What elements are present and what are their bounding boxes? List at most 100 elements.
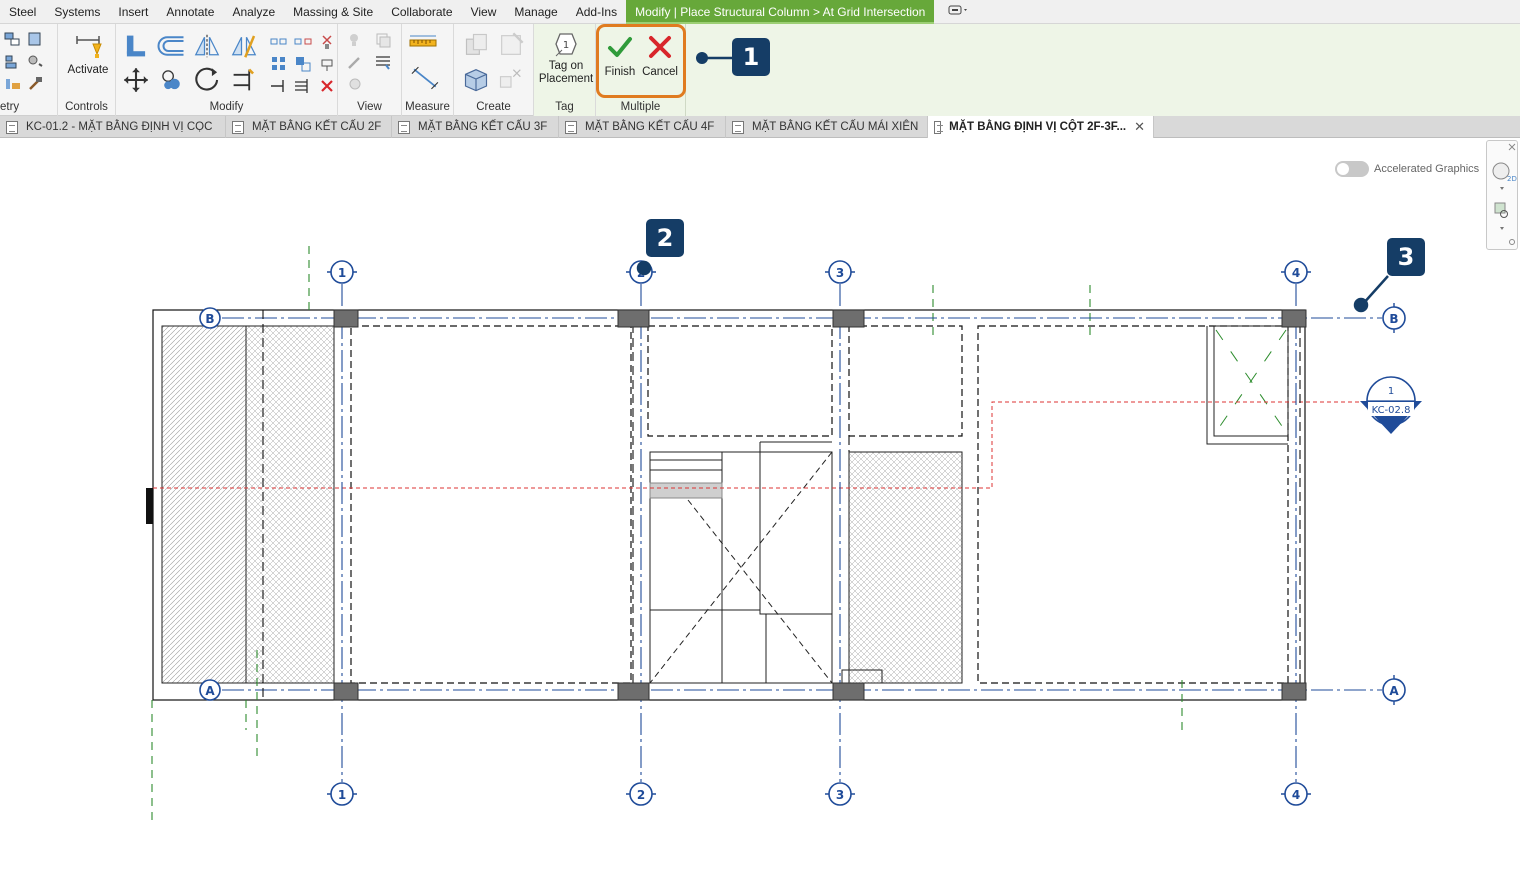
menu-systems[interactable]: Systems [45, 0, 109, 24]
panel-label-create: Create [476, 101, 511, 113]
grid-label-1-top: 1 [338, 266, 346, 280]
menu-massing-site[interactable]: Massing & Site [284, 0, 382, 24]
trim-single-icon[interactable] [268, 76, 290, 96]
context-tab-modify-place-column[interactable]: Modify | Place Structural Column > At Gr… [626, 0, 935, 24]
create-group-icon[interactable] [460, 64, 492, 94]
split-element-icon[interactable] [268, 32, 290, 52]
tab-label: MẶT BẰNG KẾT CẤU 2F [252, 121, 382, 133]
filter-lines-icon[interactable] [372, 52, 394, 72]
dashed-slab-panel-2 [647, 325, 833, 437]
scale-icon[interactable] [292, 54, 314, 74]
ribbon-display-options-icon[interactable] [948, 4, 970, 19]
tab-view-2f[interactable]: MẶT BẰNG KẾT CẤU 2F [226, 116, 392, 138]
tag-on-placement-label-2: Placement [538, 73, 594, 85]
panel-create: Create [454, 24, 534, 116]
panel-label-tag: Tag [555, 101, 574, 113]
aligned-dimension-icon[interactable] [406, 64, 446, 92]
trim-multiple-icon[interactable] [292, 76, 314, 96]
mirror-draw-axis-icon[interactable] [228, 32, 260, 60]
column-2a [617, 682, 650, 701]
activate-button[interactable]: Activate [66, 30, 110, 76]
wall-joins-icon[interactable] [2, 74, 24, 94]
plan-view-icon [6, 120, 18, 134]
tab-view-4f[interactable]: MẶT BẰNG KẾT CẤU 4F [559, 116, 726, 138]
column-4b [1281, 309, 1307, 328]
cut-icon[interactable] [24, 30, 46, 50]
override-graphics-icon[interactable] [344, 30, 366, 50]
copy-icon[interactable] [158, 66, 186, 94]
grid-label-4-top: 4 [1292, 266, 1300, 280]
join-icon[interactable] [2, 52, 24, 72]
create-parts-icon[interactable] [496, 30, 526, 60]
reveal-hidden-icon[interactable] [344, 74, 366, 94]
create-assembly-icon[interactable] [462, 30, 492, 60]
section-tag-number: 1 [1388, 386, 1394, 397]
tab-view-3f[interactable]: MẶT BẰNG KẾT CẤU 3F [392, 116, 559, 138]
menu-collaborate[interactable]: Collaborate [382, 0, 461, 24]
paint-icon[interactable] [24, 52, 46, 72]
close-tab-icon[interactable]: ✕ [1134, 116, 1145, 138]
tab-label: KC-01.2 - MẶT BẰNG ĐỊNH VỊ CỌC [26, 121, 213, 133]
demolish-icon[interactable] [24, 74, 46, 94]
section-line [153, 401, 1365, 489]
hatch-region-cross-left [245, 325, 335, 684]
grid-label-2-bottom: 2 [637, 788, 645, 802]
panel-label-modify: Modify [209, 101, 244, 113]
menu-insert[interactable]: Insert [109, 0, 157, 24]
tab-label: MẶT BẰNG KẾT CẤU 3F [418, 121, 548, 133]
menu-steel[interactable]: Steel [0, 0, 45, 24]
move-icon[interactable] [122, 66, 150, 94]
plan-view-icon [934, 120, 944, 134]
array-icon[interactable] [268, 54, 290, 74]
dashed-slab-panel-4 [977, 325, 1289, 684]
column-3b [832, 309, 865, 328]
column-3a [832, 682, 865, 701]
grid-label-3-bottom: 3 [836, 788, 844, 802]
panel-label-geometry: etry [0, 101, 20, 113]
split-gap-icon[interactable] [292, 32, 314, 52]
section-marker [146, 488, 153, 524]
section-tag-sheet: KC-02.8 [1372, 405, 1411, 416]
align-icon[interactable] [122, 32, 150, 60]
callout-badge-1: 1 [732, 38, 770, 76]
create-similar-icon[interactable] [496, 64, 526, 94]
panel-label-view: View [357, 101, 382, 113]
linework-icon[interactable] [344, 52, 366, 72]
dashed-slab-panel-3 [848, 325, 963, 437]
cope-icon[interactable] [2, 30, 24, 50]
tab-view-mai-xien[interactable]: MẶT BẰNG KẾT CẤU MÁI XIÊN [726, 116, 928, 138]
offset-icon[interactable] [156, 32, 186, 60]
grid-label-3-top: 3 [836, 266, 844, 280]
grid-label-1-bottom: 1 [338, 788, 346, 802]
hide-isolate-icon[interactable] [372, 30, 394, 50]
menu-analyze[interactable]: Analyze [223, 0, 284, 24]
menu-add-ins[interactable]: Add-Ins [567, 0, 626, 24]
tag-on-placement-label-1: Tag on [548, 60, 584, 72]
unpin-icon[interactable] [316, 54, 338, 74]
menu-manage[interactable]: Manage [505, 0, 566, 24]
measure-icon[interactable] [406, 32, 440, 52]
panel-view: View [338, 24, 402, 116]
rotate-icon[interactable] [194, 66, 222, 94]
panel-geometry: etry [0, 24, 58, 116]
tab-label: MẶT BẰNG ĐỊNH VỊ CỘT 2F-3F... [949, 121, 1127, 133]
tab-view-dinh-vi-cot-active[interactable]: MẶT BẰNG ĐỊNH VỊ CỘT 2F-3F... ✕ [928, 116, 1154, 138]
tab-view-kc-01-2[interactable]: KC-01.2 - MẶT BẰNG ĐỊNH VỊ CỌC [0, 116, 226, 138]
column-2b [617, 309, 650, 328]
mirror-pick-axis-icon[interactable] [192, 32, 222, 60]
menu-view[interactable]: View [462, 0, 506, 24]
menu-annotate[interactable]: Annotate [157, 0, 223, 24]
activate-label: Activate [67, 64, 109, 76]
pin-icon[interactable] [316, 32, 338, 52]
panel-label-measure: Measure [405, 101, 450, 113]
hatch-region-cross-right [848, 451, 963, 684]
section-head-tag: 1 KC-02.8 [1360, 376, 1422, 434]
trim-extend-icon[interactable] [230, 66, 258, 94]
grid-label-b-left: B [205, 312, 214, 326]
tag-icon: 1 [551, 30, 581, 58]
grid-label-a-left: A [205, 684, 215, 698]
callout-1-leader [696, 52, 736, 64]
delete-icon[interactable] [316, 76, 338, 96]
tag-on-placement-button[interactable]: 1 Tag on Placement [536, 30, 596, 86]
plan-view-icon [398, 120, 410, 134]
